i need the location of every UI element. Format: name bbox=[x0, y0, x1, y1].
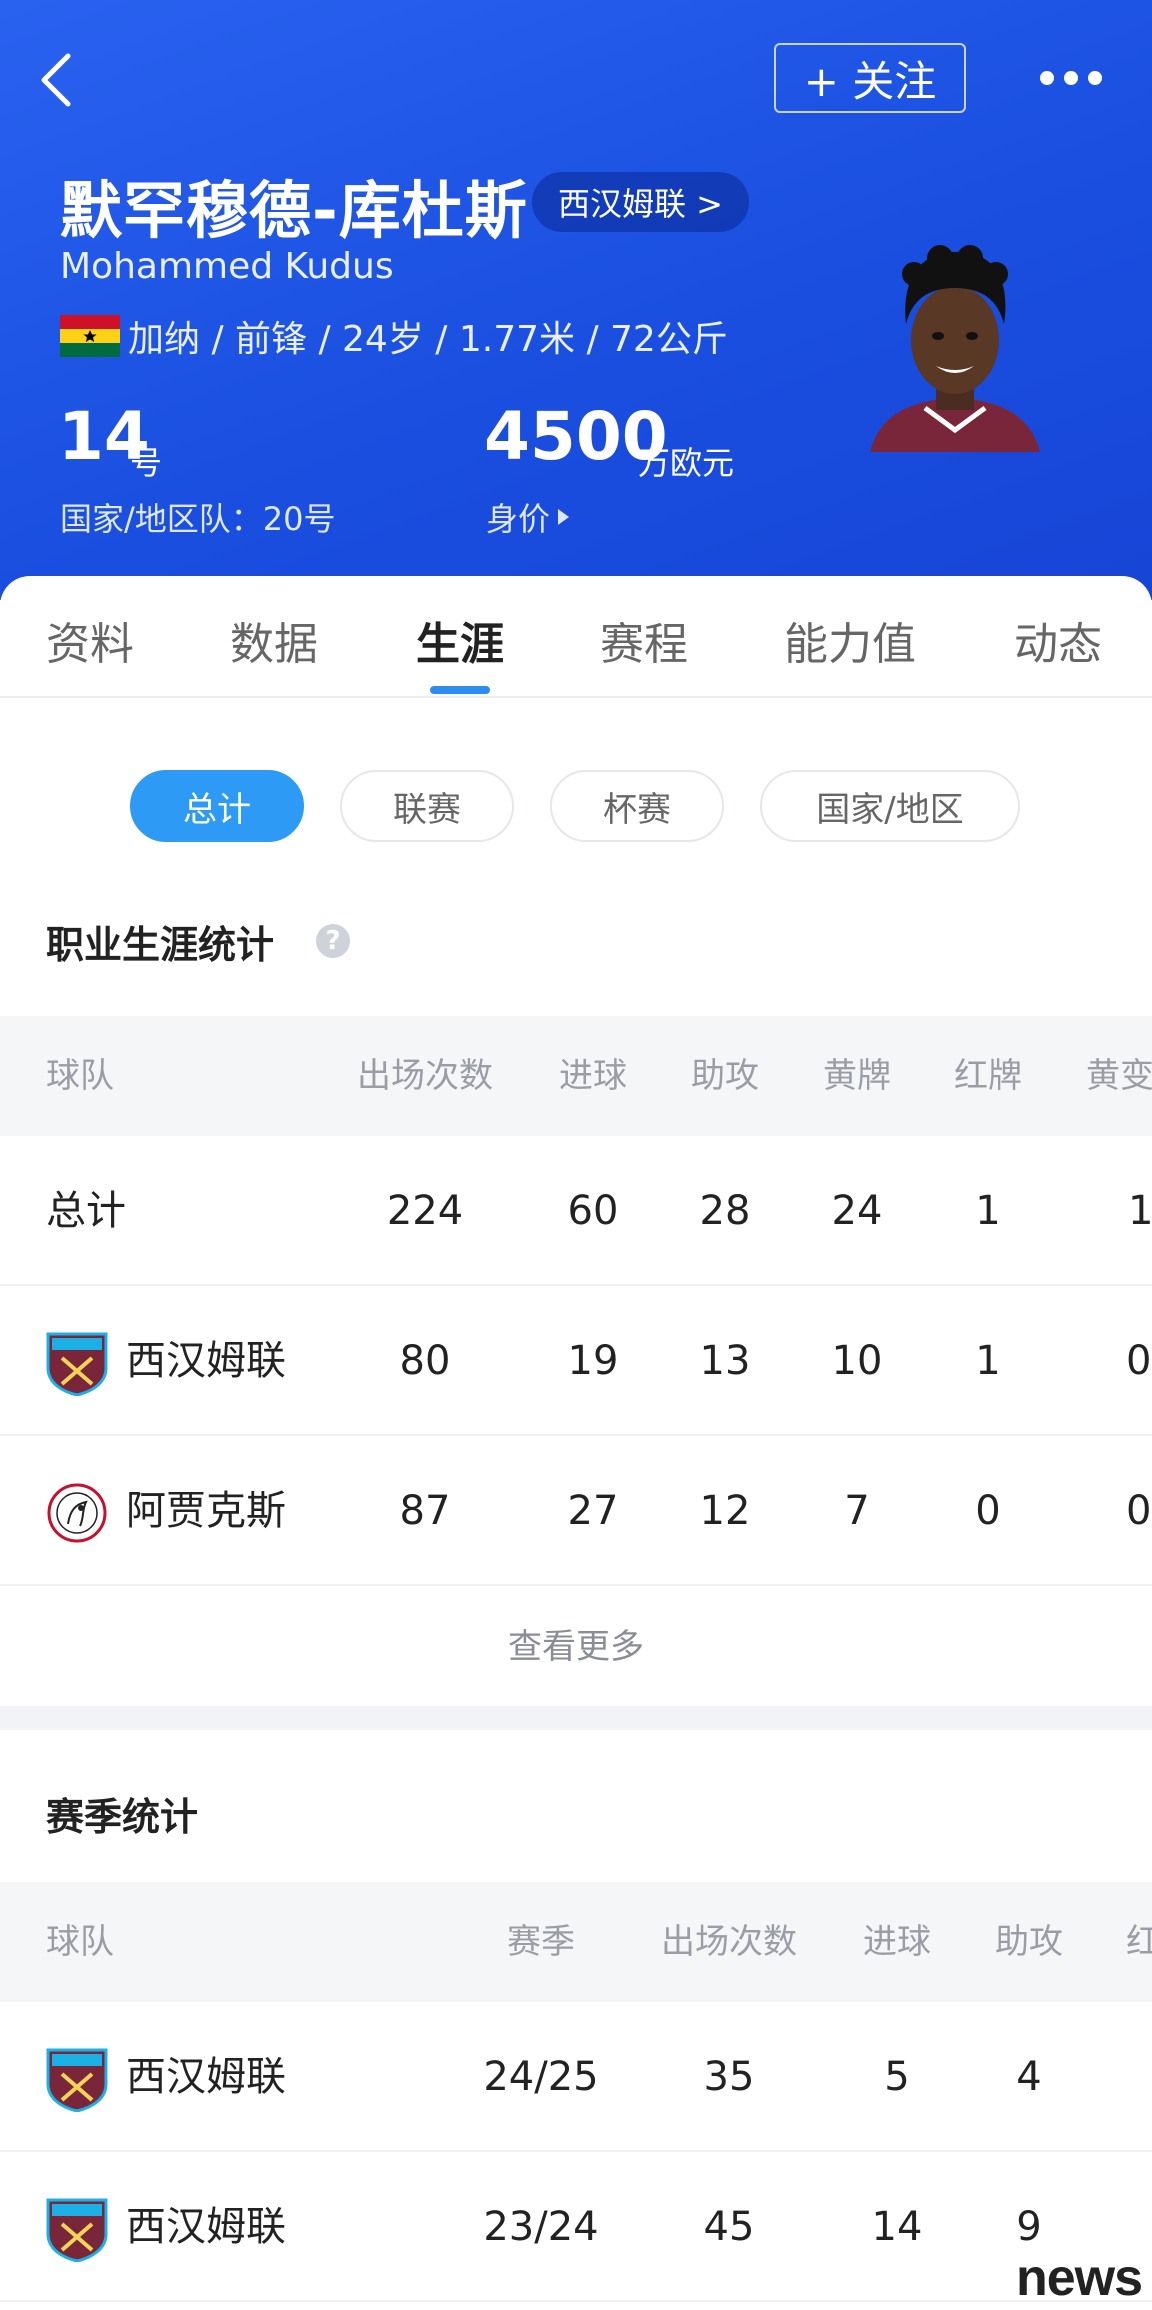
table-row[interactable]: 西汉姆联 23/24 45 14 9 bbox=[0, 2152, 1152, 2302]
stat-red: 1 bbox=[975, 1188, 1001, 1234]
stat-goals: 60 bbox=[567, 1188, 619, 1234]
table-row[interactable]: 西汉姆联 80 19 13 10 1 0 bbox=[0, 1286, 1152, 1436]
caret-right-icon bbox=[558, 509, 570, 525]
col-appearances: 出场次数 bbox=[661, 1922, 797, 1962]
filter-total[interactable]: 总计 bbox=[130, 770, 304, 842]
team-name: 阿贾克斯 bbox=[126, 1488, 286, 1534]
player-name-en: Mohammed Kudus bbox=[60, 246, 394, 287]
team-name: 西汉姆联 bbox=[126, 2054, 286, 2100]
season-stats-title: 赛季统计 bbox=[46, 1795, 199, 1839]
filter-national[interactable]: 国家/地区 bbox=[760, 770, 1020, 842]
col-assists: 助攻 bbox=[691, 1056, 759, 1096]
stat-appearances: 87 bbox=[399, 1488, 451, 1534]
watermark: news bbox=[1016, 2249, 1143, 2307]
stat-red: 1 bbox=[975, 1338, 1001, 1384]
col-team: 球队 bbox=[46, 1056, 114, 1096]
tab-profile[interactable]: 资料 bbox=[46, 608, 134, 672]
player-info: 加纳 / 前锋 / 24岁 / 1.77米 / 72公斤 bbox=[128, 319, 728, 360]
player-header: + 关注 默罕穆德-库杜斯 西汉姆联 > Mohammed Kudus 加纳 /… bbox=[0, 0, 1152, 600]
ghana-flag-icon bbox=[60, 315, 120, 357]
shirt-unit: 号 bbox=[130, 444, 163, 482]
table-row[interactable]: 总计 224 60 28 24 1 1 bbox=[0, 1136, 1152, 1286]
filter-league[interactable]: 联赛 bbox=[340, 770, 514, 842]
col-second-yellow: 黄变 bbox=[1086, 1056, 1152, 1096]
stat-goals: 14 bbox=[871, 2204, 923, 2250]
col-goals: 进球 bbox=[863, 1922, 931, 1962]
career-stats-title: 职业生涯统计 bbox=[46, 923, 275, 967]
stat-yellow: 7 bbox=[844, 1488, 870, 1534]
stat-assists: 4 bbox=[1016, 2054, 1042, 2100]
west-ham-crest-icon bbox=[46, 2198, 108, 2262]
col-red: 红 bbox=[1126, 1922, 1152, 1962]
table-row[interactable]: 阿贾克斯 87 27 12 7 0 0 bbox=[0, 1436, 1152, 1586]
stat-season: 23/24 bbox=[483, 2204, 599, 2250]
tab-bar: 资料 数据 生涯 赛程 能力值 动态 bbox=[0, 576, 1152, 698]
tab-career[interactable]: 生涯 bbox=[416, 608, 504, 672]
market-value-label: 身价 bbox=[486, 500, 551, 538]
col-appearances: 出场次数 bbox=[357, 1056, 493, 1096]
stat-goals: 5 bbox=[884, 2054, 910, 2100]
stat-assists: 28 bbox=[699, 1188, 751, 1234]
stat-goals: 27 bbox=[567, 1488, 619, 1534]
career-table-header: 球队 出场次数 进球 助攻 黄牌 红牌 黄变 bbox=[0, 1016, 1152, 1136]
stat-appearances: 224 bbox=[386, 1188, 464, 1234]
national-team-number: 国家/地区队：20号 bbox=[60, 500, 336, 538]
stat-second-yellow: 0 bbox=[1126, 1338, 1152, 1384]
player-photo bbox=[870, 245, 1040, 452]
tab-ability[interactable]: 能力值 bbox=[784, 608, 916, 672]
view-more-button[interactable]: 查看更多 bbox=[0, 1590, 1152, 1704]
player-name-cn: 默罕穆德-库杜斯 bbox=[60, 174, 528, 247]
col-goals: 进球 bbox=[559, 1056, 627, 1096]
more-options-icon[interactable] bbox=[1040, 64, 1104, 92]
season-table-header: 球队 赛季 出场次数 进球 助攻 红 bbox=[0, 1882, 1152, 2002]
team-name: 西汉姆联 bbox=[126, 1338, 286, 1384]
active-tab-indicator bbox=[430, 686, 490, 694]
stat-second-yellow: 1 bbox=[1128, 1188, 1152, 1234]
filter-pills: 总计 联赛 杯赛 国家/地区 bbox=[0, 770, 1152, 844]
col-season: 赛季 bbox=[507, 1922, 575, 1962]
stat-goals: 19 bbox=[567, 1338, 619, 1384]
stat-second-yellow: 0 bbox=[1126, 1488, 1152, 1534]
stat-yellow: 10 bbox=[831, 1338, 883, 1384]
tab-schedule[interactable]: 赛程 bbox=[600, 608, 688, 672]
stat-appearances: 45 bbox=[703, 2204, 755, 2250]
stat-yellow: 24 bbox=[831, 1188, 883, 1234]
col-team: 球队 bbox=[46, 1922, 114, 1962]
ajax-crest-icon bbox=[47, 1483, 107, 1543]
stat-season: 24/25 bbox=[483, 2054, 599, 2100]
section-divider bbox=[0, 1706, 1152, 1730]
team-chip[interactable]: 西汉姆联 > bbox=[532, 172, 749, 232]
tab-data[interactable]: 数据 bbox=[230, 608, 318, 672]
help-icon[interactable]: ? bbox=[316, 924, 350, 958]
stat-assists: 13 bbox=[699, 1338, 751, 1384]
stat-red: 0 bbox=[975, 1488, 1001, 1534]
follow-button[interactable]: + 关注 bbox=[774, 43, 966, 113]
team-name: 西汉姆联 bbox=[126, 2204, 286, 2250]
market-value-link[interactable]: 身价 bbox=[486, 494, 570, 540]
table-row[interactable]: 西汉姆联 24/25 35 5 4 bbox=[0, 2002, 1152, 2152]
market-value-unit: 万欧元 bbox=[638, 444, 735, 482]
stat-appearances: 80 bbox=[399, 1338, 451, 1384]
col-yellow: 黄牌 bbox=[823, 1056, 891, 1096]
stat-assists: 12 bbox=[699, 1488, 751, 1534]
col-assists: 助攻 bbox=[995, 1922, 1063, 1962]
tab-news[interactable]: 动态 bbox=[1014, 608, 1102, 672]
team-name: 总计 bbox=[46, 1188, 126, 1234]
back-arrow-icon[interactable] bbox=[34, 52, 80, 108]
stat-appearances: 35 bbox=[703, 2054, 755, 2100]
west-ham-crest-icon bbox=[46, 2048, 108, 2112]
col-red: 红牌 bbox=[954, 1056, 1022, 1096]
west-ham-crest-icon bbox=[46, 1332, 108, 1396]
filter-cup[interactable]: 杯赛 bbox=[550, 770, 724, 842]
